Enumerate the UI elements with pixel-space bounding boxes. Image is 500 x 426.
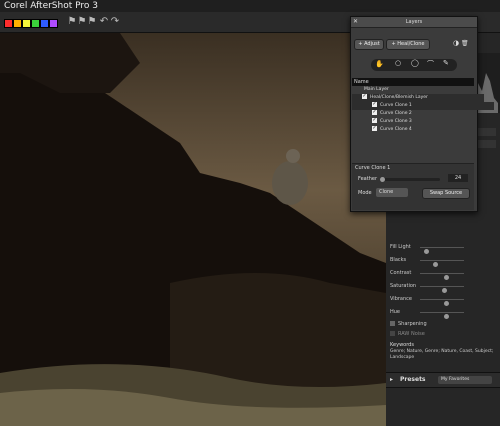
photo-image: [0, 33, 386, 426]
vibrance-row: Vibrance: [390, 295, 500, 306]
layer-label: Curve Clone 1: [380, 103, 412, 108]
blacks-slider[interactable]: [420, 260, 464, 267]
layer-visibility-checkbox[interactable]: ✓: [372, 126, 377, 131]
feather-label: Feather: [358, 176, 378, 182]
sharpening-row: Sharpening: [390, 320, 427, 328]
slider-knob[interactable]: [442, 288, 447, 293]
layer-visibility-checkbox[interactable]: ✓: [372, 102, 377, 107]
sharpening-label: Sharpening: [398, 321, 427, 327]
slider-knob[interactable]: [444, 275, 449, 280]
swap-source-label: Swap Source: [429, 190, 463, 196]
brush-icon[interactable]: ✎: [443, 59, 449, 67]
flag-icon[interactable]: ⚑: [86, 16, 98, 28]
contrast-row: Contrast: [390, 269, 500, 280]
freehand-icon[interactable]: ⌒: [427, 59, 434, 69]
slider-label: Hue: [390, 309, 401, 315]
layer-options-icon[interactable]: ◑: [453, 39, 459, 48]
blacks-row: Blacks: [390, 256, 500, 267]
slider-knob[interactable]: [424, 249, 429, 254]
layer-row-main[interactable]: Main Layer: [352, 86, 486, 94]
layers-name-header: Name: [352, 78, 474, 86]
slider-label: Vibrance: [390, 296, 412, 302]
properties-title: Curve Clone 1: [355, 165, 391, 171]
layer-visibility-checkbox[interactable]: ✓: [372, 110, 377, 115]
slider-knob[interactable]: [444, 301, 449, 306]
noise-row: RAW Noise: [390, 330, 425, 338]
layers-panel: ✕ Layers + Adjust + Heal/Clone ◑ 🗑 ✋ ○ ◯…: [350, 16, 494, 212]
contrast-slider[interactable]: [420, 273, 464, 280]
layers-title: Layers: [405, 19, 423, 25]
presets-dropdown-value: My Favorites: [441, 377, 470, 382]
heal-clone-button[interactable]: + Heal/Clone: [386, 39, 430, 50]
saturation-slider[interactable]: [420, 286, 464, 293]
lasso-icon[interactable]: ◯: [411, 59, 419, 67]
feather-value[interactable]: 24: [448, 174, 468, 182]
hand-icon[interactable]: ✋: [375, 60, 384, 68]
slider-label: Contrast: [390, 270, 412, 276]
slider-label: Saturation: [390, 283, 417, 289]
trash-icon[interactable]: 🗑: [461, 39, 469, 48]
slider-knob[interactable]: [433, 262, 438, 267]
vibrance-slider[interactable]: [420, 299, 464, 306]
color-label-red[interactable]: [4, 19, 13, 28]
slider-label: Blacks: [390, 257, 407, 263]
mode-value: Clone: [379, 189, 394, 195]
layer-label: Curve Clone 4: [380, 127, 412, 132]
keywords-title: Keywords: [390, 342, 414, 348]
presets-expand-icon[interactable]: ▸: [390, 376, 393, 383]
mode-select[interactable]: Clone: [376, 188, 408, 197]
title-bar: Corel AfterShot Pro 3: [0, 0, 500, 12]
layer-label: Main Layer: [364, 87, 389, 92]
layer-label: Curve Clone 2: [380, 111, 412, 116]
slider-label: Fill Light: [390, 244, 411, 250]
sharpening-checkbox[interactable]: [390, 321, 395, 326]
noise-label: RAW Noise: [398, 331, 425, 337]
app-title: Corel AfterShot Pro 3: [4, 1, 98, 11]
presets-bar: ▸ Presets My Favorites: [386, 372, 500, 388]
noise-checkbox[interactable]: [390, 331, 395, 336]
adjust-button[interactable]: + Adjust: [354, 39, 384, 50]
hue-row: Hue: [390, 308, 500, 319]
layer-visibility-checkbox[interactable]: ✓: [372, 118, 377, 123]
fill-light-slider[interactable]: [420, 247, 464, 254]
layer-visibility-checkbox[interactable]: ✓: [362, 94, 367, 99]
layer-properties: Curve Clone 1 Feather 24 Mode Clone Swap…: [352, 163, 474, 210]
color-label-purple[interactable]: [49, 19, 58, 28]
mode-label: Mode: [358, 190, 372, 196]
layers-header: ✕ Layers: [351, 17, 477, 28]
color-label-blue[interactable]: [40, 19, 49, 28]
heal-clone-label: Heal/Clone: [397, 41, 425, 47]
keywords-text[interactable]: Genre; Nature, Genre; Nature, Coast, Sub…: [390, 349, 496, 361]
redo-icon[interactable]: ↷: [109, 16, 121, 28]
layer-label: Heal/Clone/Blemish Layer: [370, 95, 428, 100]
color-label-yellow[interactable]: [22, 19, 31, 28]
hue-slider[interactable]: [420, 312, 464, 319]
photo-canvas[interactable]: [0, 33, 386, 426]
slider-knob[interactable]: [444, 314, 449, 319]
tool-selector: ✋ ○ ◯ ⌒ ✎: [371, 59, 457, 71]
layer-row-clone-4[interactable]: ✓ Curve Clone 4: [352, 126, 494, 134]
circle-icon[interactable]: ○: [395, 59, 401, 67]
adjust-label: Adjust: [364, 41, 380, 47]
swap-source-button[interactable]: Swap Source: [422, 188, 470, 199]
layer-label: Curve Clone 3: [380, 119, 412, 124]
feather-slider-knob[interactable]: [380, 177, 385, 182]
color-label-orange[interactable]: [13, 19, 22, 28]
presets-title: Presets: [400, 376, 426, 383]
feather-slider[interactable]: [380, 177, 440, 182]
presets-dropdown[interactable]: My Favorites: [438, 376, 492, 384]
saturation-row: Saturation: [390, 282, 500, 293]
color-label-green[interactable]: [31, 19, 40, 28]
fill-light-row: Fill Light: [390, 243, 500, 254]
